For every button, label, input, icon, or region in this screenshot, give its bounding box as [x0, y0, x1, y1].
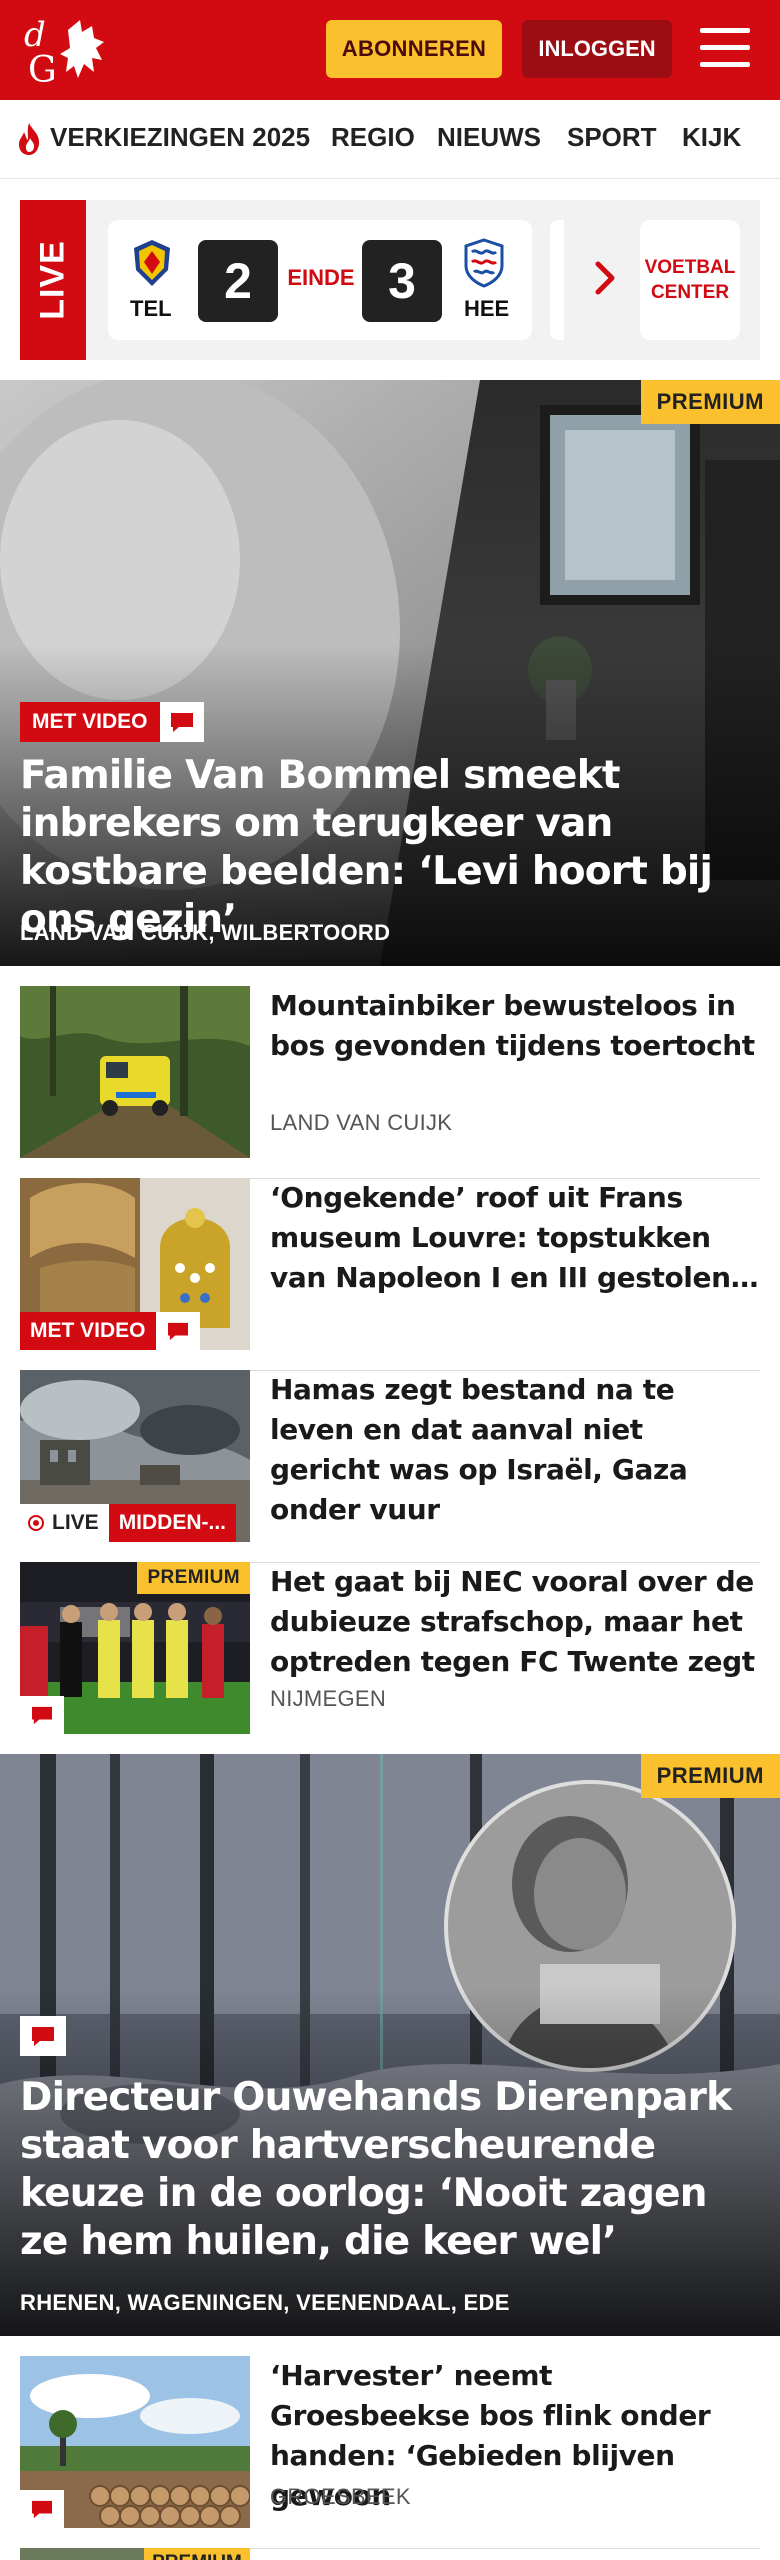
hero-location: LAND VAN CUIJK, WILBERTOORD	[20, 920, 391, 945]
article-thumbnail	[20, 986, 250, 1158]
live-dot-icon	[28, 1515, 44, 1531]
next-match-card[interactable]	[550, 220, 564, 340]
chevron-right-icon[interactable]	[588, 256, 624, 300]
article-title[interactable]: Mountainbiker bewusteloos in bos gevonde…	[270, 986, 760, 1066]
article-title[interactable]: Hamas zegt bestand na te leven en dat aa…	[270, 1370, 760, 1530]
article-item[interactable]: LIVE MIDDEN-... Hamas zegt bestand na te…	[20, 1370, 760, 1563]
article-thumbnail[interactable]: PREMIUM	[20, 2548, 250, 2560]
premium-badge: PREMIUM	[640, 1754, 780, 1798]
article-thumbnail: PREMIUM	[20, 1562, 250, 1734]
article-location: NIJMEGEN	[270, 1686, 387, 1711]
match-status: EINDE	[287, 265, 355, 290]
article-title[interactable]: Het gaat bij NEC vooral over de dubieuze…	[270, 1562, 760, 1682]
premium-badge: PREMIUM	[144, 2548, 250, 2560]
home-score: 2	[198, 240, 278, 322]
login-button[interactable]: INLOGGEN	[522, 20, 672, 78]
article-item[interactable]: MET VIDEO ‘Ongekende’ roof uit Frans mus…	[20, 1178, 760, 1371]
video-label: MET VIDEO	[20, 702, 160, 742]
article-item[interactable]: ‘Harvester’ neemt Groesbeekse bos flink …	[20, 2356, 760, 2549]
svg-text:d: d	[24, 15, 46, 55]
comment-icon	[155, 1312, 200, 1350]
premium-badge: PREMIUM	[137, 1562, 250, 1594]
comment-icon	[20, 2490, 64, 2528]
premium-badge: PREMIUM	[640, 380, 780, 424]
video-tag: MET VIDEO	[20, 702, 204, 742]
comment-icon	[159, 702, 204, 742]
away-team: HEE	[464, 296, 510, 321]
article-item[interactable]: Mountainbiker bewusteloos in bos gevonde…	[20, 986, 760, 1179]
video-tag: MET VIDEO	[20, 1312, 200, 1350]
top-bar: d G ABONNEREN INLOGGEN	[0, 0, 780, 100]
live-category-tag: LIVE MIDDEN-...	[20, 1504, 237, 1542]
live-label: LIVE	[20, 200, 86, 360]
hero-title[interactable]: Familie Van Bommel smeekt inbrekers om t…	[20, 752, 760, 944]
home-team: TEL	[130, 296, 172, 321]
hero-article[interactable]: PREMIUM Directeur Ouwehands Dierenpark s…	[0, 1754, 780, 2336]
nav-item-nieuws[interactable]: NIEUWS	[437, 122, 541, 153]
comment-icon	[20, 2016, 66, 2056]
article-title[interactable]: ‘Ongekende’ roof uit Frans museum Louvre…	[270, 1178, 760, 1298]
nav-item-verkiezingen[interactable]: VERKIEZINGEN 2025	[50, 122, 310, 153]
category-badge: MIDDEN-...	[108, 1504, 237, 1542]
article-thumbnail	[20, 2356, 250, 2528]
hero-article[interactable]: PREMIUM MET VIDEO Familie Van Bommel sme…	[0, 380, 780, 966]
main-nav: VERKIEZINGEN 2025 REGIO NIEUWS SPORT KIJ…	[0, 100, 780, 179]
comment-icon	[20, 1696, 64, 1734]
away-score: 3	[362, 240, 442, 322]
voetbal-center-link[interactable]: VOETBAL CENTER	[640, 220, 740, 340]
svg-text:G: G	[28, 50, 57, 88]
nav-item-regio[interactable]: REGIO	[331, 122, 415, 153]
article-thumbnail: LIVE MIDDEN-...	[20, 1370, 250, 1542]
hero-title[interactable]: Directeur Ouwehands Dierenpark staat voo…	[20, 2074, 760, 2266]
article-location: LAND VAN CUIJK	[270, 1110, 453, 1135]
menu-icon[interactable]	[700, 24, 752, 72]
article-location: GROESBEEK	[270, 2484, 411, 2509]
hero-location: RHENEN, WAGENINGEN, VEENENDAAL, EDE	[20, 2290, 510, 2315]
live-badge: LIVE	[20, 1504, 109, 1542]
logo[interactable]: d G	[22, 12, 114, 88]
live-scores-strip: LIVE TEL 2 EINDE 3 HEE VOETBAL CENTER	[20, 200, 760, 360]
club-crest-icon	[464, 238, 504, 288]
video-label: MET VIDEO	[20, 1312, 156, 1350]
flame-icon	[19, 123, 40, 155]
nav-item-sport[interactable]: SPORT	[567, 122, 657, 153]
subscribe-button[interactable]: ABONNEREN	[326, 20, 502, 78]
club-crest-icon	[134, 240, 170, 286]
match-card[interactable]: TEL 2 EINDE 3 HEE	[108, 220, 532, 340]
nav-item-kijk[interactable]: KIJK	[682, 122, 741, 153]
article-thumbnail: MET VIDEO	[20, 1178, 250, 1350]
article-item[interactable]: PREMIUM Het gaat bij NEC vooral over de …	[20, 1562, 760, 1755]
